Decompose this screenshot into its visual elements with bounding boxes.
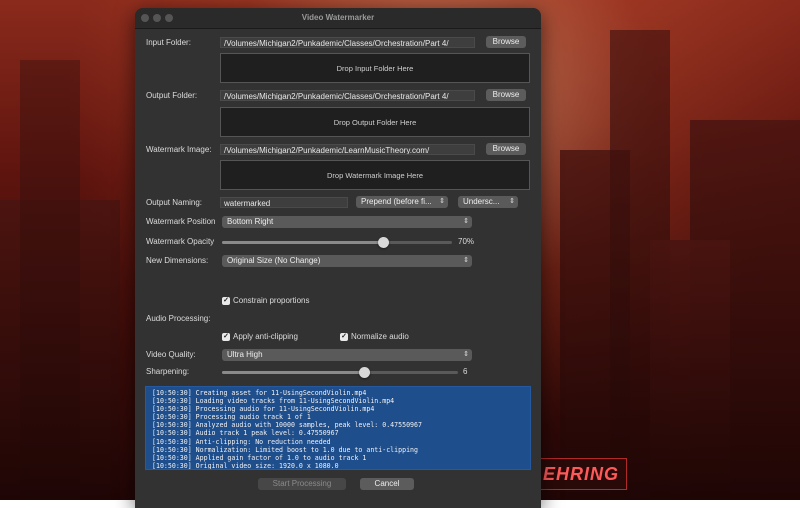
watermark-position-value: Bottom Right — [227, 217, 274, 226]
video-quality-value: Ultra High — [227, 350, 263, 359]
title-bar[interactable]: Video Watermarker — [135, 8, 541, 29]
processing-log[interactable]: [10:50:30] Creating asset for 11-UsingSe… — [145, 386, 531, 470]
log-line: [10:50:30] Processing audio track 1 of 1 — [152, 413, 311, 422]
output-folder-path-field[interactable]: /Volumes/Michigan2/Punkademic/Classes/Or… — [220, 90, 475, 101]
watermark-image-label: Watermark Image: — [146, 145, 212, 154]
start-processing-button[interactable]: Start Processing — [258, 478, 346, 490]
wallpaper-building — [20, 60, 80, 500]
watermark-image-browse-button[interactable]: Browse — [486, 143, 526, 155]
audio-processing-label: Audio Processing: — [146, 314, 211, 323]
cancel-button[interactable]: Cancel — [360, 478, 414, 490]
chevron-updown-icon: ⇕ — [509, 198, 515, 205]
constrain-proportions-label: Constrain proportions — [233, 296, 310, 305]
sharpening-slider-knob[interactable] — [358, 367, 370, 378]
log-line: [10:50:30] Applied gain factor of 1.0 to… — [152, 453, 367, 462]
naming-separator-value: Undersc... — [463, 197, 500, 206]
chevron-updown-icon: ⇕ — [439, 198, 445, 205]
opacity-slider-fill — [222, 241, 383, 244]
chevron-updown-icon: ⇕ — [463, 351, 469, 358]
normalize-audio-checkbox[interactable]: ✓ — [340, 333, 348, 341]
anti-clipping-checkbox[interactable]: ✓ — [222, 333, 230, 341]
chevron-updown-icon: ⇕ — [463, 218, 469, 225]
input-folder-label: Input Folder: — [146, 38, 191, 47]
anti-clipping-label: Apply anti-clipping — [233, 332, 298, 341]
watermark-opacity-label: Watermark Opacity — [146, 237, 215, 246]
wallpaper-building — [650, 240, 730, 500]
opacity-slider-knob[interactable] — [378, 237, 389, 248]
normalize-audio-label: Normalize audio — [351, 332, 409, 341]
constrain-proportions-checkbox[interactable]: ✓ — [222, 297, 230, 305]
output-naming-field[interactable]: watermarked — [220, 197, 348, 208]
output-naming-label: Output Naming: — [146, 198, 203, 207]
sharpening-label: Sharpening: — [146, 367, 190, 376]
output-folder-drop-zone[interactable]: Drop Output Folder Here — [220, 107, 530, 137]
naming-position-popup[interactable]: Prepend (before fi... ⇕ — [356, 196, 448, 208]
watermark-position-label: Watermark Position — [146, 217, 216, 226]
naming-position-value: Prepend (before fi... — [361, 197, 432, 206]
sharpening-slider-fill — [222, 371, 364, 374]
sharpening-value: 6 — [463, 367, 468, 376]
new-dimensions-value: Original Size (No Change) — [227, 256, 321, 265]
watermark-opacity-slider[interactable] — [222, 237, 452, 248]
watermark-image-drop-zone[interactable]: Drop Watermark Image Here — [220, 160, 530, 190]
new-dimensions-label: New Dimensions: — [146, 256, 209, 265]
log-line: [10:50:30] Loading video tracks from 11-… — [152, 397, 395, 406]
input-folder-browse-button[interactable]: Browse — [486, 36, 526, 48]
naming-separator-popup[interactable]: Undersc... ⇕ — [458, 196, 518, 208]
log-line: [10:50:30] Anti-clipping: No reduction n… — [152, 437, 331, 446]
log-line: [10:50:30] Processing audio for 11-Using… — [152, 405, 375, 414]
watermark-position-popup[interactable]: Bottom Right ⇕ — [222, 216, 472, 228]
video-quality-label: Video Quality: — [146, 350, 196, 359]
output-folder-browse-button[interactable]: Browse — [486, 89, 526, 101]
log-line: [10:50:30] Audio track 1 peak level: 0.4… — [152, 429, 339, 438]
input-folder-path-field[interactable]: /Volumes/Michigan2/Punkademic/Classes/Or… — [220, 37, 475, 48]
output-folder-label: Output Folder: — [146, 91, 198, 100]
watermark-opacity-value: 70% — [458, 237, 475, 246]
log-line: [10:50:30] Analyzed audio with 10000 sam… — [152, 421, 422, 430]
sharpening-slider[interactable] — [222, 367, 458, 378]
app-window: Video Watermarker Input Folder: /Volumes… — [135, 8, 541, 508]
new-dimensions-popup[interactable]: Original Size (No Change) ⇕ — [222, 255, 472, 267]
log-line: [10:50:30] Original video size: 1920.0 x… — [152, 461, 339, 470]
log-line: [10:50:30] Normalization: Limited boost … — [152, 445, 418, 454]
chevron-updown-icon: ⇕ — [463, 257, 469, 264]
video-quality-popup[interactable]: Ultra High ⇕ — [222, 349, 472, 361]
wallpaper-neon-sign: EHRING — [535, 458, 627, 490]
window-title: Video Watermarker — [301, 13, 375, 22]
input-folder-drop-zone[interactable]: Drop Input Folder Here — [220, 53, 530, 83]
log-line: [10:50:30] Creating asset for 11-UsingSe… — [152, 389, 367, 397]
watermark-image-path-field[interactable]: /Volumes/Michigan2/Punkademic/LearnMusic… — [220, 144, 475, 155]
